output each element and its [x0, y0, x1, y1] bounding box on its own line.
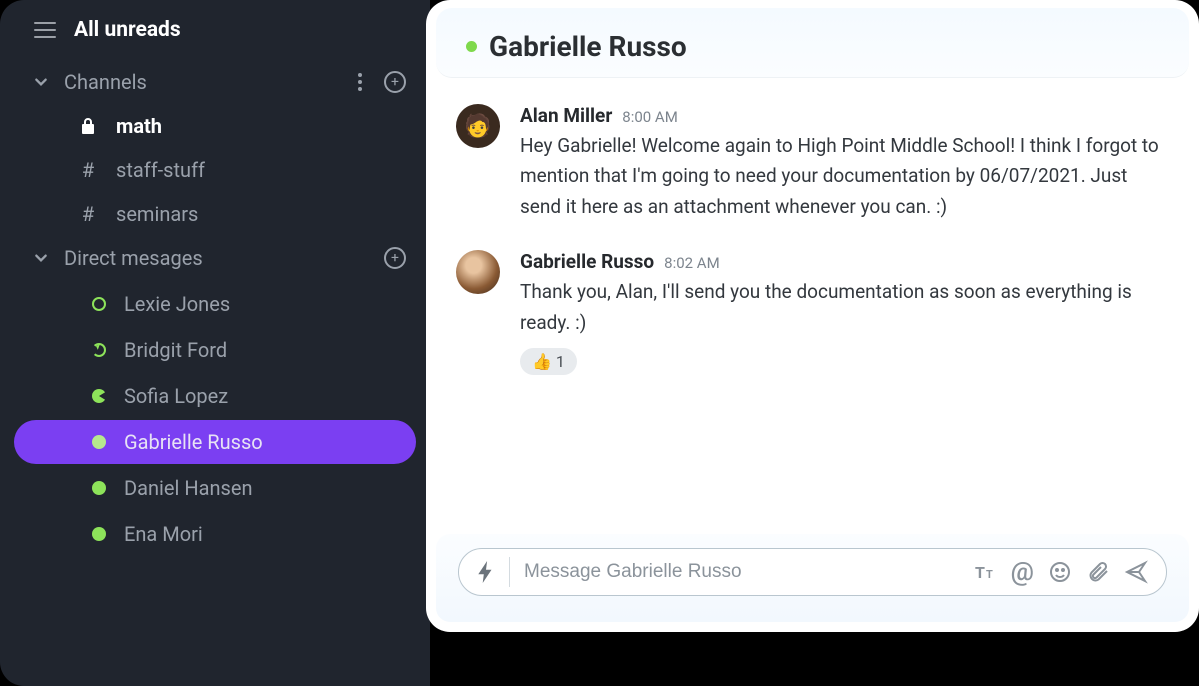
dm-item-daniel-hansen[interactable]: Daniel Hansen [14, 466, 416, 510]
dm-item-ena-mori[interactable]: Ena Mori [14, 512, 416, 556]
dm-item-lexie-jones[interactable]: Lexie Jones [14, 282, 416, 326]
dm-name: Daniel Hansen [124, 476, 253, 500]
message: Gabrielle Russo 8:02 AM Thank you, Alan,… [456, 240, 1169, 393]
chevron-down-icon [34, 251, 48, 265]
lock-icon [78, 117, 98, 135]
message-text: Hey Gabrielle! Welcome again to High Poi… [520, 131, 1169, 222]
message-sender[interactable]: Alan Miller [520, 104, 612, 127]
channel-name: math [116, 114, 162, 138]
status-away-icon [92, 297, 106, 311]
message-sender[interactable]: Gabrielle Russo [520, 250, 654, 273]
conversation-pane: Gabrielle Russo 🧑 Alan Miller 8:00 AM He… [426, 0, 1199, 632]
channels-header[interactable]: Channels + [0, 60, 430, 104]
mention-icon[interactable]: @ [1011, 557, 1034, 587]
status-online-icon [92, 527, 106, 541]
sidebar-title[interactable]: All unreads [74, 18, 181, 42]
channel-item-seminars[interactable]: # seminars [0, 192, 430, 236]
dm-name: Lexie Jones [124, 292, 230, 316]
reaction-thumbs-up[interactable]: 👍1 [520, 348, 577, 375]
status-online-icon [92, 435, 106, 449]
channels-label: Channels [64, 70, 342, 94]
divider [509, 557, 510, 587]
dm-name: Sofia Lopez [124, 384, 228, 408]
message-input[interactable] [524, 561, 959, 583]
dm-name: Gabrielle Russo [124, 430, 263, 454]
send-icon[interactable] [1124, 560, 1148, 584]
message-composer: TT @ [458, 548, 1167, 596]
dm-item-gabrielle-russo[interactable]: Gabrielle Russo [14, 420, 416, 464]
status-online-icon [92, 481, 106, 495]
conversation-title: Gabrielle Russo [489, 30, 687, 63]
emoji-icon[interactable] [1048, 560, 1072, 584]
chevron-down-icon [34, 75, 48, 89]
dm-item-sofia-lopez[interactable]: Sofia Lopez [14, 374, 416, 418]
channel-name: staff-stuff [116, 158, 205, 182]
avatar[interactable]: 🧑 [456, 104, 500, 148]
presence-online-icon [466, 41, 477, 52]
conversation-header[interactable]: Gabrielle Russo [436, 8, 1189, 78]
attachment-icon[interactable] [1086, 560, 1110, 584]
status-dnd-icon [92, 389, 106, 403]
menu-icon[interactable] [34, 22, 56, 38]
hash-icon: # [78, 202, 98, 226]
svg-text:T: T [986, 568, 993, 581]
add-dm-button[interactable]: + [384, 247, 406, 269]
channel-item-staff-stuff[interactable]: # staff-stuff [0, 148, 430, 192]
status-refresh-icon [92, 343, 106, 357]
dm-name: Ena Mori [124, 522, 203, 546]
channel-list: math # staff-stuff # seminars [0, 104, 430, 236]
channel-item-math[interactable]: math [0, 104, 430, 148]
message-text: Thank you, Alan, I'll send you the docum… [520, 277, 1169, 338]
svg-text:T: T [975, 563, 985, 582]
message-timestamp: 8:00 AM [622, 108, 678, 126]
dm-list: Lexie Jones Bridgit Ford Sofia Lopez Gab… [0, 282, 430, 556]
message-list[interactable]: 🧑 Alan Miller 8:00 AM Hey Gabrielle! Wel… [426, 82, 1199, 534]
emoji-icon: 👍 [532, 352, 552, 371]
dm-name: Bridgit Ford [124, 338, 227, 362]
more-icon[interactable] [358, 73, 362, 91]
dm-item-bridgit-ford[interactable]: Bridgit Ford [14, 328, 416, 372]
hash-icon: # [78, 158, 98, 182]
lightning-icon[interactable] [477, 561, 495, 583]
add-channel-button[interactable]: + [384, 71, 406, 93]
avatar[interactable] [456, 250, 500, 294]
format-icon[interactable]: TT [973, 560, 997, 584]
message: 🧑 Alan Miller 8:00 AM Hey Gabrielle! Wel… [456, 94, 1169, 240]
reaction-count: 1 [556, 352, 565, 371]
sidebar: All unreads Channels + math # staff-stuf… [0, 0, 430, 686]
channel-name: seminars [116, 202, 198, 226]
dms-header[interactable]: Direct mesages + [0, 236, 430, 280]
dms-label: Direct mesages [64, 246, 368, 270]
message-timestamp: 8:02 AM [664, 254, 720, 272]
